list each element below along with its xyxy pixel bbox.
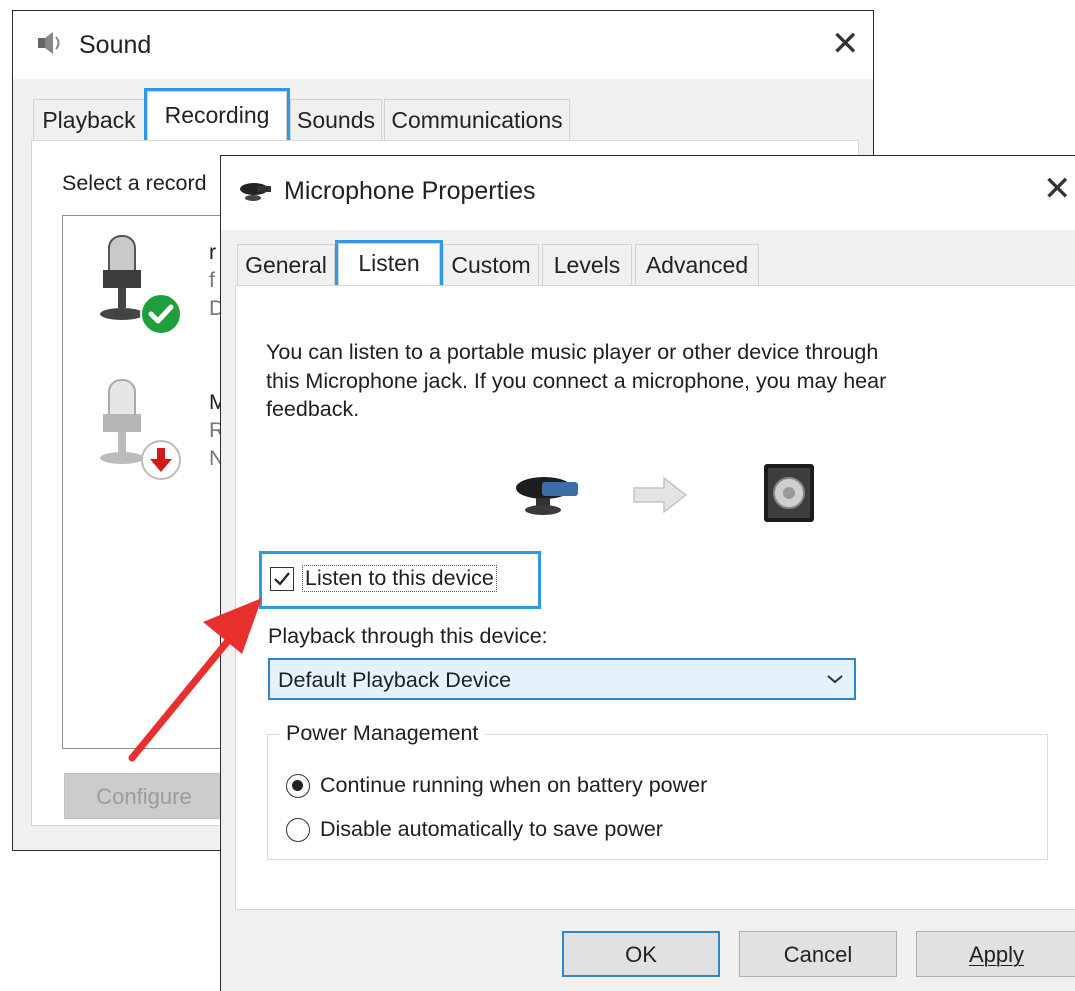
tab-recording-label: Recording (164, 102, 270, 128)
tab-general[interactable]: General (237, 244, 335, 286)
listen-checkbox[interactable] (270, 567, 294, 591)
disabled-down-arrow-icon (139, 438, 183, 487)
configure-button[interactable]: Configure (64, 773, 224, 819)
description-line: this Microphone jack. If you connect a m… (266, 368, 887, 393)
tab-listen[interactable]: Listen (335, 240, 443, 290)
radio-selected[interactable] (286, 774, 310, 798)
right-arrow-icon (632, 476, 688, 519)
playback-label: Playback through this device: (268, 624, 548, 648)
device-desc: f (209, 268, 215, 292)
ok-label: OK (625, 942, 657, 967)
power-option-disable[interactable]: Disable automatically to save power (286, 815, 846, 847)
listen-panel: You can listen to a portable music playe… (235, 285, 1075, 910)
tab-listen-label: Listen (358, 250, 420, 276)
power-option-continue[interactable]: Continue running when on battery power (286, 771, 846, 803)
tab-sounds-label: Sounds (296, 107, 375, 133)
speaker-icon (35, 29, 63, 57)
default-device-check-icon (139, 292, 183, 341)
tab-advanced-label: Advanced (645, 252, 749, 278)
tab-communications[interactable]: Communications (384, 99, 570, 141)
listen-checkbox-label: Listen to this device (302, 565, 497, 592)
power-option-label: Continue running when on battery power (320, 773, 708, 797)
tab-general-label: General (245, 252, 327, 278)
microphone-properties-window: Microphone Properties ✕ General Listen C… (220, 155, 1075, 991)
props-title: Microphone Properties (284, 177, 536, 205)
device-name: r (209, 240, 217, 264)
tab-custom-label: Custom (451, 252, 531, 278)
description-line: You can listen to a portable music playe… (266, 340, 879, 364)
tab-custom[interactable]: Custom (443, 244, 539, 286)
tab-levels-label: Levels (553, 252, 621, 278)
apply-button[interactable]: Apply (916, 931, 1075, 977)
power-option-label: Disable automatically to save power (320, 817, 663, 841)
microphone-illustration-icon (514, 472, 580, 523)
tab-playback-label: Playback (42, 107, 136, 133)
listen-description: You can listen to a portable music playe… (266, 338, 886, 424)
microphone-device-icon (239, 180, 273, 207)
power-management-label: Power Management (280, 721, 485, 746)
ok-button[interactable]: OK (562, 931, 720, 977)
description-line: feedback. (266, 397, 360, 421)
radio-unselected[interactable] (286, 818, 310, 842)
tab-sounds[interactable]: Sounds (290, 99, 382, 141)
tab-communications-label: Communications (391, 107, 563, 133)
cancel-label: Cancel (783, 942, 853, 967)
recording-prompt: Select a record (62, 171, 207, 195)
listen-checkbox-row[interactable]: Listen to this device (259, 551, 541, 609)
sound-close-icon[interactable]: ✕ (831, 27, 860, 61)
radio-dot (292, 780, 303, 791)
props-close-icon[interactable]: ✕ (1043, 172, 1072, 206)
cancel-button[interactable]: Cancel (739, 931, 897, 977)
tab-playback[interactable]: Playback (33, 99, 145, 141)
playback-device-value: Default Playback Device (278, 668, 512, 692)
chevron-down-icon (826, 672, 844, 690)
sound-title: Sound (79, 31, 152, 59)
playback-device-dropdown[interactable]: Default Playback Device (268, 658, 856, 700)
tab-levels[interactable]: Levels (542, 244, 632, 286)
speaker-illustration-icon (762, 460, 820, 529)
sound-titlebar: Sound ✕ (13, 11, 873, 79)
tab-recording[interactable]: Recording (144, 88, 290, 146)
tab-advanced[interactable]: Advanced (635, 244, 759, 286)
apply-label: Apply (968, 942, 1025, 967)
configure-label: Configure (96, 784, 192, 809)
props-titlebar: Microphone Properties ✕ (221, 156, 1075, 230)
power-management-group: Power Management Continue running when o… (267, 721, 1048, 860)
